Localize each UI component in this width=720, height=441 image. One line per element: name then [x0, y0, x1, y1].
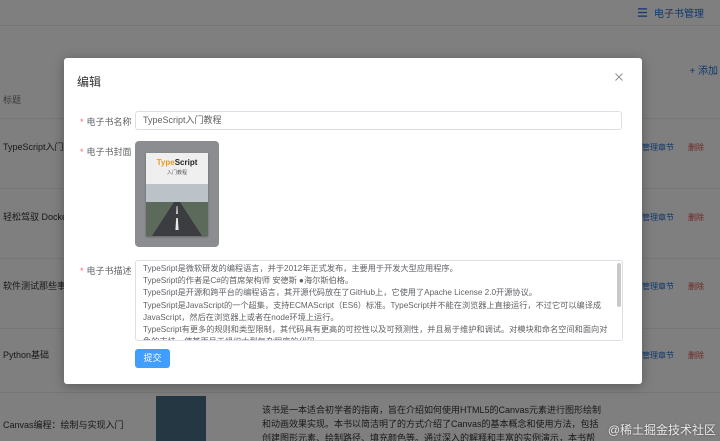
desc-line: TypeSript是开源和跨平台的编程语言，其开源代码放在了GitHub上，它使…: [143, 288, 537, 298]
dialog-title: 编辑: [77, 75, 102, 89]
ebook-name-input[interactable]: TypeScript入门教程: [135, 111, 622, 130]
ebook-description-textarea[interactable]: TypeSript是微软研发的编程语言，并于2012年正式发布，主要用于开发大型…: [135, 260, 623, 341]
cover-field-label: * 电子书封面: [80, 147, 132, 157]
edit-ebook-dialog: 编辑 * 电子书名称 TypeScript入门教程 * 电子书封面 TypeScri…: [64, 58, 642, 384]
desc-line: TypeScript有更多的规则和类型限制，其代码具有更高的可控性以及可预测性，…: [143, 325, 608, 340]
textarea-scrollbar[interactable]: [617, 263, 621, 307]
desc-line: TypeSript的作者是C#的首席架构师 安德斯 ●海尔斯伯格。: [143, 276, 354, 286]
cover-road-illustration: [146, 184, 208, 236]
cover-book-subtitle: 入门教程: [166, 170, 187, 176]
desc-field-label: * 电子书描述: [80, 266, 132, 276]
desc-line: TypeSript是JavaScript的一个超集，支持ECMAScript（E…: [143, 300, 602, 322]
required-asterisk: *: [80, 117, 84, 127]
watermark: @稀土掘金技术社区: [607, 423, 716, 437]
cover-book-title: TypeScript: [156, 158, 198, 167]
cover-image: TypeScript 入门教程: [146, 153, 208, 236]
required-asterisk: *: [80, 147, 84, 157]
submit-button[interactable]: 提交: [135, 349, 170, 368]
required-asterisk: *: [80, 266, 84, 276]
close-button[interactable]: [614, 72, 628, 86]
cover-uploader[interactable]: TypeScript 入门教程: [135, 141, 219, 247]
name-field-label: * 电子书名称: [80, 117, 132, 127]
close-icon: [615, 73, 623, 81]
desc-line: TypeSript是微软研发的编程语言，并于2012年正式发布，主要用于开发大型…: [143, 264, 458, 273]
